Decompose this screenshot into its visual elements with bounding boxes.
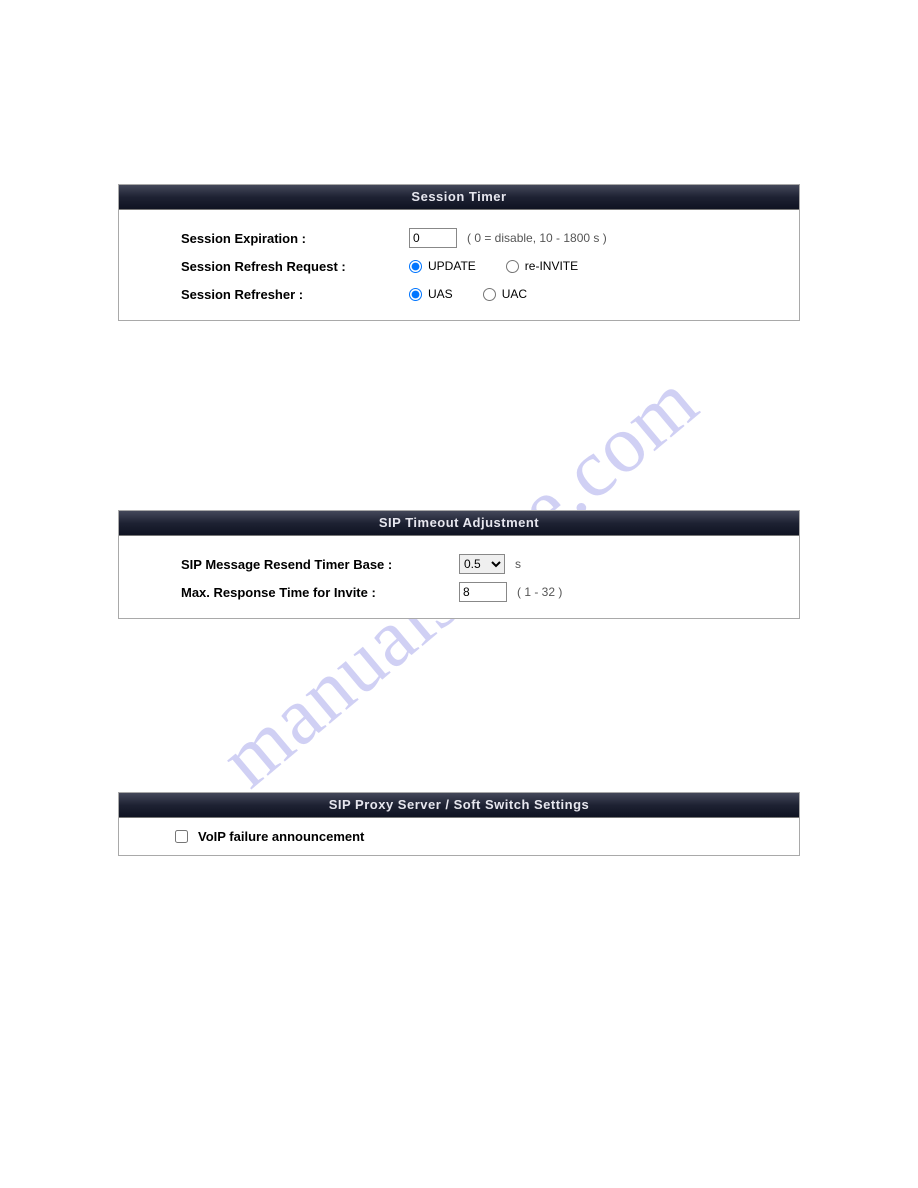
- max-response-input[interactable]: [459, 582, 507, 602]
- update-radio[interactable]: [409, 260, 422, 273]
- sip-proxy-panel: SIP Proxy Server / Soft Switch Settings …: [118, 792, 800, 856]
- uas-radio[interactable]: [409, 288, 422, 301]
- reinvite-radio[interactable]: [506, 260, 519, 273]
- session-timer-panel: Session Timer Session Expiration : ( 0 =…: [118, 184, 800, 321]
- session-refresh-request-row: Session Refresh Request : UPDATE re-INVI…: [119, 252, 799, 280]
- voip-failure-label: VoIP failure announcement: [198, 829, 364, 844]
- resend-timer-select[interactable]: 0.5: [459, 554, 505, 574]
- session-refresher-row: Session Refresher : UAS UAC: [119, 280, 799, 308]
- sip-proxy-body: VoIP failure announcement: [119, 818, 799, 855]
- max-response-label: Max. Response Time for Invite :: [119, 585, 459, 600]
- update-radio-label: UPDATE: [428, 259, 476, 273]
- uac-radio[interactable]: [483, 288, 496, 301]
- resend-timer-label: SIP Message Resend Timer Base :: [119, 557, 459, 572]
- session-expiration-row: Session Expiration : ( 0 = disable, 10 -…: [119, 224, 799, 252]
- uac-radio-label: UAC: [502, 287, 527, 301]
- sip-proxy-header: SIP Proxy Server / Soft Switch Settings: [119, 793, 799, 818]
- reinvite-radio-label: re-INVITE: [525, 259, 578, 273]
- voip-failure-checkbox[interactable]: [175, 830, 188, 843]
- resend-timer-unit: s: [515, 557, 521, 571]
- voip-failure-row: VoIP failure announcement: [119, 829, 799, 844]
- session-refresher-label: Session Refresher :: [119, 287, 409, 302]
- uas-radio-label: UAS: [428, 287, 453, 301]
- session-timer-header: Session Timer: [119, 185, 799, 210]
- max-response-row: Max. Response Time for Invite : ( 1 - 32…: [119, 578, 799, 606]
- session-expiration-input[interactable]: [409, 228, 457, 248]
- session-refresh-request-label: Session Refresh Request :: [119, 259, 409, 274]
- resend-timer-row: SIP Message Resend Timer Base : 0.5 s: [119, 550, 799, 578]
- session-expiration-label: Session Expiration :: [119, 231, 409, 246]
- sip-timeout-body: SIP Message Resend Timer Base : 0.5 s Ma…: [119, 536, 799, 618]
- session-timer-body: Session Expiration : ( 0 = disable, 10 -…: [119, 210, 799, 320]
- session-expiration-hint: ( 0 = disable, 10 - 1800 s ): [467, 231, 607, 245]
- sip-timeout-header: SIP Timeout Adjustment: [119, 511, 799, 536]
- sip-timeout-panel: SIP Timeout Adjustment SIP Message Resen…: [118, 510, 800, 619]
- max-response-hint: ( 1 - 32 ): [517, 585, 562, 599]
